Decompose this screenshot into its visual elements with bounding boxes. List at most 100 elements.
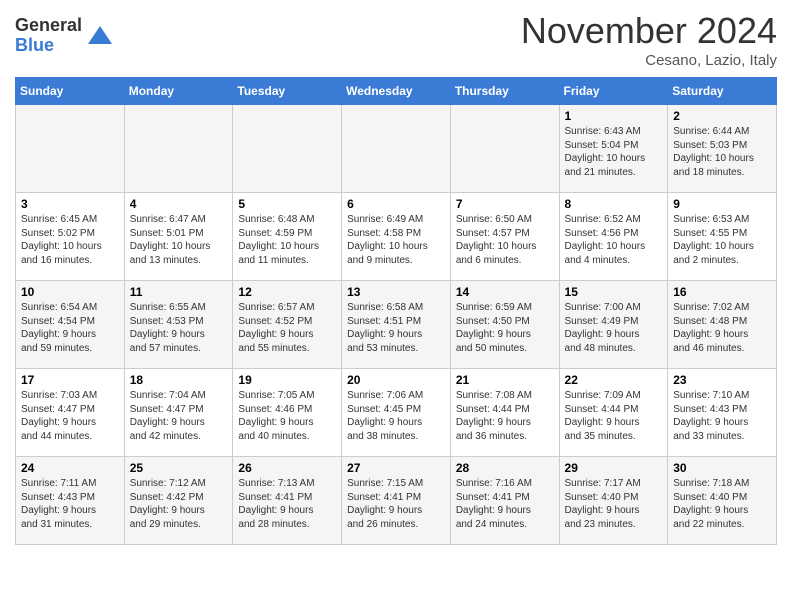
logo-icon xyxy=(86,22,114,50)
calendar-cell: 17 Sunrise: 7:03 AM Sunset: 4:47 PM Dayli… xyxy=(16,369,125,457)
day-info: Sunrise: 7:06 AM Sunset: 4:45 PM Dayligh… xyxy=(347,389,445,443)
calendar-cell: 27Sunrise: 7:15 AM Sunset: 4:41 PM Dayli… xyxy=(342,457,451,545)
calendar-cell: 22 Sunrise: 7:09 AM Sunset: 4:44 PM Dayli… xyxy=(559,369,668,457)
day-number: 30 xyxy=(673,461,771,475)
day-info: Sunrise: 6:59 AM Sunset: 4:50 PM Dayligh… xyxy=(456,301,554,355)
title-area: November 2024 Cesano, Lazio, Italy xyxy=(521,10,777,69)
calendar-cell: 1Sunrise: 6:43 AM Sunset: 5:04 PM Daylig… xyxy=(559,105,668,193)
calendar-cell: 28 Sunrise: 7:16 AM Sunset: 4:41 PM Dayli… xyxy=(450,457,559,545)
calendar-cell: 23 Sunrise: 7:10 AM Sunset: 4:43 PM Dayli… xyxy=(668,369,777,457)
day-info: Sunrise: 6:57 AM Sunset: 4:52 PM Dayligh… xyxy=(238,301,336,355)
calendar-cell: 6 Sunrise: 6:49 AM Sunset: 4:58 PM Daylig… xyxy=(342,193,451,281)
day-number: 22 xyxy=(565,373,663,387)
day-info: Sunrise: 6:52 AM Sunset: 4:56 PM Dayligh… xyxy=(565,213,663,267)
calendar-cell xyxy=(233,105,342,193)
week-row-5: 24 Sunrise: 7:11 AM Sunset: 4:43 PM Dayli… xyxy=(16,457,777,545)
day-info: Sunrise: 6:55 AM Sunset: 4:53 PM Dayligh… xyxy=(130,301,228,355)
day-number: 24 xyxy=(21,461,119,475)
calendar-cell: 18 Sunrise: 7:04 AM Sunset: 4:47 PM Dayli… xyxy=(124,369,233,457)
calendar-cell: 7Sunrise: 6:50 AM Sunset: 4:57 PM Daylig… xyxy=(450,193,559,281)
calendar-cell: 21 Sunrise: 7:08 AM Sunset: 4:44 PM Dayli… xyxy=(450,369,559,457)
day-info: Sunrise: 6:44 AM Sunset: 5:03 PM Dayligh… xyxy=(673,125,771,179)
calendar-cell: 8 Sunrise: 6:52 AM Sunset: 4:56 PM Daylig… xyxy=(559,193,668,281)
calendar-cell: 3 Sunrise: 6:45 AM Sunset: 5:02 PM Daylig… xyxy=(16,193,125,281)
day-number: 26 xyxy=(238,461,336,475)
day-number: 3 xyxy=(21,197,119,211)
day-info: Sunrise: 6:48 AM Sunset: 4:59 PM Dayligh… xyxy=(238,213,336,267)
header-day-wednesday: Wednesday xyxy=(342,78,451,105)
day-number: 9 xyxy=(673,197,771,211)
day-number: 27 xyxy=(347,461,445,475)
day-info: Sunrise: 7:10 AM Sunset: 4:43 PM Dayligh… xyxy=(673,389,771,443)
day-number: 20 xyxy=(347,373,445,387)
header-day-sunday: Sunday xyxy=(16,78,125,105)
day-info: Sunrise: 7:02 AM Sunset: 4:48 PM Dayligh… xyxy=(673,301,771,355)
calendar-cell: 10Sunrise: 6:54 AM Sunset: 4:54 PM Dayli… xyxy=(16,281,125,369)
logo: General Blue xyxy=(15,16,114,56)
day-number: 15 xyxy=(565,285,663,299)
day-info: Sunrise: 6:45 AM Sunset: 5:02 PM Dayligh… xyxy=(21,213,119,267)
day-info: Sunrise: 7:12 AM Sunset: 4:42 PM Dayligh… xyxy=(130,477,228,531)
header-row: SundayMondayTuesdayWednesdayThursdayFrid… xyxy=(16,78,777,105)
location: Cesano, Lazio, Italy xyxy=(521,52,777,69)
calendar-cell: 29 Sunrise: 7:17 AM Sunset: 4:40 PM Dayli… xyxy=(559,457,668,545)
day-number: 18 xyxy=(130,373,228,387)
day-info: Sunrise: 7:03 AM Sunset: 4:47 PM Dayligh… xyxy=(21,389,119,443)
day-number: 19 xyxy=(238,373,336,387)
calendar-header: SundayMondayTuesdayWednesdayThursdayFrid… xyxy=(16,78,777,105)
calendar-cell: 25Sunrise: 7:12 AM Sunset: 4:42 PM Dayli… xyxy=(124,457,233,545)
day-info: Sunrise: 6:58 AM Sunset: 4:51 PM Dayligh… xyxy=(347,301,445,355)
day-info: Sunrise: 6:47 AM Sunset: 5:01 PM Dayligh… xyxy=(130,213,228,267)
calendar-cell: 9Sunrise: 6:53 AM Sunset: 4:55 PM Daylig… xyxy=(668,193,777,281)
day-number: 12 xyxy=(238,285,336,299)
logo-general: General xyxy=(15,16,82,36)
day-info: Sunrise: 7:16 AM Sunset: 4:41 PM Dayligh… xyxy=(456,477,554,531)
calendar-cell xyxy=(124,105,233,193)
day-info: Sunrise: 7:17 AM Sunset: 4:40 PM Dayligh… xyxy=(565,477,663,531)
day-info: Sunrise: 7:05 AM Sunset: 4:46 PM Dayligh… xyxy=(238,389,336,443)
header-day-saturday: Saturday xyxy=(668,78,777,105)
calendar-cell: 16 Sunrise: 7:02 AM Sunset: 4:48 PM Dayli… xyxy=(668,281,777,369)
calendar-cell xyxy=(342,105,451,193)
calendar-cell: 2 Sunrise: 6:44 AM Sunset: 5:03 PM Daylig… xyxy=(668,105,777,193)
calendar-cell: 20 Sunrise: 7:06 AM Sunset: 4:45 PM Dayli… xyxy=(342,369,451,457)
day-info: Sunrise: 7:00 AM Sunset: 4:49 PM Dayligh… xyxy=(565,301,663,355)
calendar-cell xyxy=(450,105,559,193)
day-number: 6 xyxy=(347,197,445,211)
calendar-cell: 5 Sunrise: 6:48 AM Sunset: 4:59 PM Daylig… xyxy=(233,193,342,281)
day-number: 16 xyxy=(673,285,771,299)
header-day-tuesday: Tuesday xyxy=(233,78,342,105)
calendar-cell: 30 Sunrise: 7:18 AM Sunset: 4:40 PM Dayli… xyxy=(668,457,777,545)
day-number: 23 xyxy=(673,373,771,387)
day-info: Sunrise: 6:54 AM Sunset: 4:54 PM Dayligh… xyxy=(21,301,119,355)
day-info: Sunrise: 7:08 AM Sunset: 4:44 PM Dayligh… xyxy=(456,389,554,443)
day-number: 1 xyxy=(565,109,663,123)
day-number: 29 xyxy=(565,461,663,475)
day-number: 14 xyxy=(456,285,554,299)
day-number: 8 xyxy=(565,197,663,211)
day-number: 2 xyxy=(673,109,771,123)
day-info: Sunrise: 7:09 AM Sunset: 4:44 PM Dayligh… xyxy=(565,389,663,443)
calendar-cell: 12 Sunrise: 6:57 AM Sunset: 4:52 PM Dayli… xyxy=(233,281,342,369)
calendar-cell: 24 Sunrise: 7:11 AM Sunset: 4:43 PM Dayli… xyxy=(16,457,125,545)
calendar-cell: 15 Sunrise: 7:00 AM Sunset: 4:49 PM Dayli… xyxy=(559,281,668,369)
day-number: 17 xyxy=(21,373,119,387)
day-info: Sunrise: 6:50 AM Sunset: 4:57 PM Dayligh… xyxy=(456,213,554,267)
calendar-cell xyxy=(16,105,125,193)
logo-blue: Blue xyxy=(15,36,82,56)
header-day-monday: Monday xyxy=(124,78,233,105)
day-info: Sunrise: 7:18 AM Sunset: 4:40 PM Dayligh… xyxy=(673,477,771,531)
week-row-4: 17 Sunrise: 7:03 AM Sunset: 4:47 PM Dayli… xyxy=(16,369,777,457)
day-info: Sunrise: 7:11 AM Sunset: 4:43 PM Dayligh… xyxy=(21,477,119,531)
calendar-cell: 13Sunrise: 6:58 AM Sunset: 4:51 PM Dayli… xyxy=(342,281,451,369)
day-number: 21 xyxy=(456,373,554,387)
day-number: 28 xyxy=(456,461,554,475)
day-number: 11 xyxy=(130,285,228,299)
header-day-thursday: Thursday xyxy=(450,78,559,105)
day-number: 5 xyxy=(238,197,336,211)
calendar-cell: 26Sunrise: 7:13 AM Sunset: 4:41 PM Dayli… xyxy=(233,457,342,545)
calendar-cell: 11 Sunrise: 6:55 AM Sunset: 4:53 PM Dayli… xyxy=(124,281,233,369)
page-header: General Blue November 2024 Cesano, Lazio… xyxy=(15,10,777,69)
day-info: Sunrise: 7:04 AM Sunset: 4:47 PM Dayligh… xyxy=(130,389,228,443)
day-info: Sunrise: 6:49 AM Sunset: 4:58 PM Dayligh… xyxy=(347,213,445,267)
